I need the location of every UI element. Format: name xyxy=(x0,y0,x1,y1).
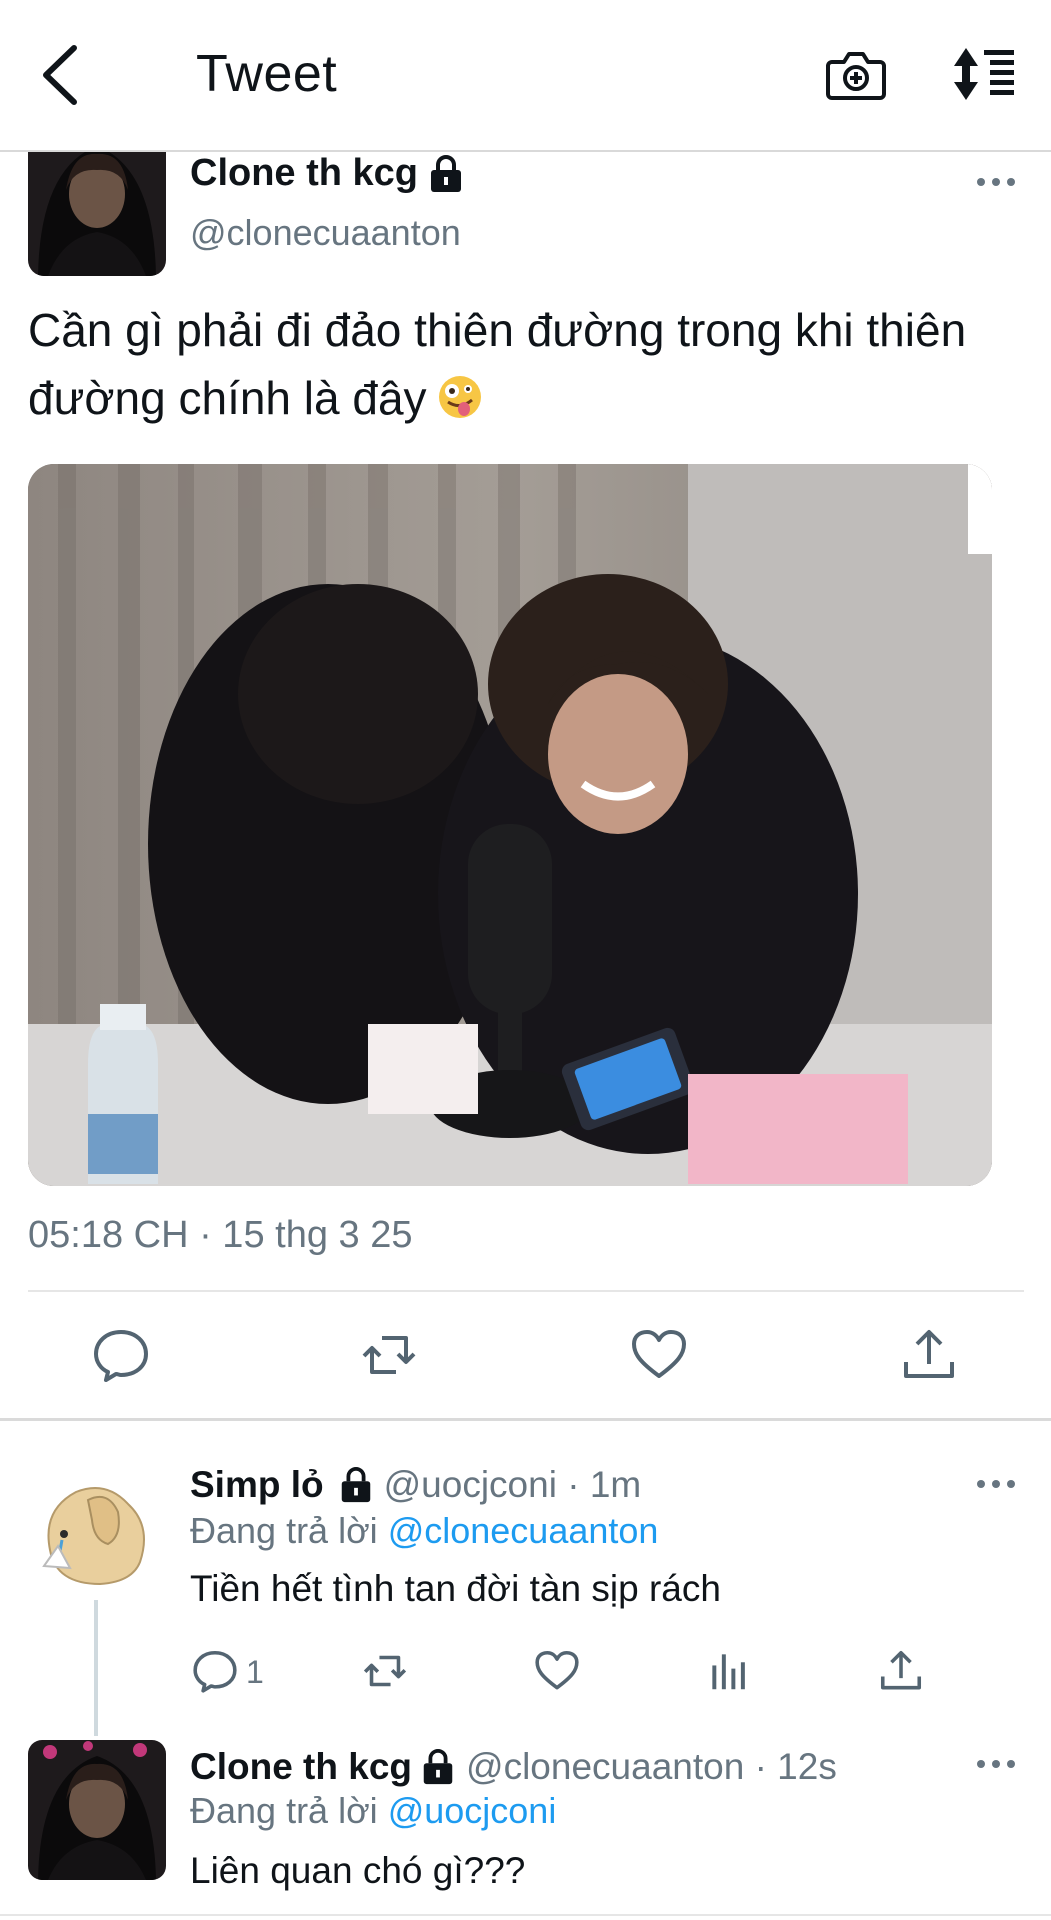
chevron-left-icon[interactable] xyxy=(38,40,82,110)
reply-meta: @uocjconi · 1m xyxy=(383,1464,642,1505)
display-name[interactable]: Simp lỏ xyxy=(190,1464,324,1506)
reply-header: Simp lỏ @uocjconi · 1m xyxy=(190,1464,641,1506)
replying-to: Đang trả lời @uocjconi xyxy=(190,1790,556,1832)
reply-icon[interactable] xyxy=(92,1326,150,1384)
tweet-text: Cần gì phải đi đảo thiên đường trong khi… xyxy=(28,296,1018,432)
replying-prefix: Đang trả lời xyxy=(190,1790,378,1831)
mention-link[interactable]: @clonecuaanton xyxy=(388,1510,659,1551)
tweet-timestamp: 05:18 CH · 15 thg 3 25 xyxy=(28,1214,413,1256)
more-options-icon[interactable] xyxy=(976,176,1016,188)
reply-icon[interactable] xyxy=(192,1648,238,1694)
replying-prefix: Đang trả lời xyxy=(190,1510,378,1551)
handle[interactable]: @clonecuaanton xyxy=(190,212,461,254)
divider xyxy=(28,1290,1024,1292)
sort-list-icon[interactable] xyxy=(952,46,1018,102)
more-options-icon[interactable] xyxy=(976,1478,1016,1490)
avatar[interactable] xyxy=(36,1470,160,1594)
lock-icon xyxy=(341,1467,370,1503)
reply-count: 1 xyxy=(246,1654,264,1690)
tweet-photo[interactable] xyxy=(28,464,992,1186)
share-icon[interactable] xyxy=(878,1648,924,1694)
lock-icon xyxy=(431,154,462,192)
zany-face-emoji xyxy=(438,376,481,418)
lock-icon xyxy=(423,1749,453,1785)
top-bar: Tweet xyxy=(0,0,1051,152)
mention-link[interactable]: @uocjconi xyxy=(388,1790,557,1831)
author-name-row: Clone th kcg xyxy=(190,152,464,195)
share-icon[interactable] xyxy=(900,1326,958,1384)
more-options-icon[interactable] xyxy=(976,1758,1016,1770)
tweet-text-content: Cần gì phải đi đảo thiên đường trong khi… xyxy=(28,304,967,424)
page-title: Tweet xyxy=(196,45,338,103)
retweet-icon[interactable] xyxy=(360,1326,418,1384)
section-divider xyxy=(0,1418,1051,1421)
replying-to: Đang trả lời @clonecuaanton xyxy=(190,1510,658,1552)
display-name[interactable]: Clone th kcg xyxy=(190,152,418,195)
divider xyxy=(0,1914,1051,1916)
thread-line xyxy=(94,1600,98,1736)
reply-text: Liên quan chó gì??? xyxy=(190,1850,526,1891)
reply-text: Tiền hết tình tan đời tàn sịp rách xyxy=(190,1568,721,1609)
avatar[interactable] xyxy=(28,1740,166,1880)
reply-meta: @clonecuaanton · 12s xyxy=(466,1746,837,1787)
avatar-image xyxy=(28,1740,166,1880)
camera-plus-icon[interactable] xyxy=(826,46,886,104)
like-icon[interactable] xyxy=(534,1648,580,1694)
display-name[interactable]: Clone th kcg xyxy=(190,1746,412,1788)
retweet-icon[interactable] xyxy=(362,1648,408,1694)
photo-image xyxy=(28,464,992,1186)
like-icon[interactable] xyxy=(630,1326,688,1384)
reply-header: Clone th kcg @clonecuaanton · 12s xyxy=(190,1746,837,1788)
analytics-icon[interactable] xyxy=(706,1648,752,1694)
